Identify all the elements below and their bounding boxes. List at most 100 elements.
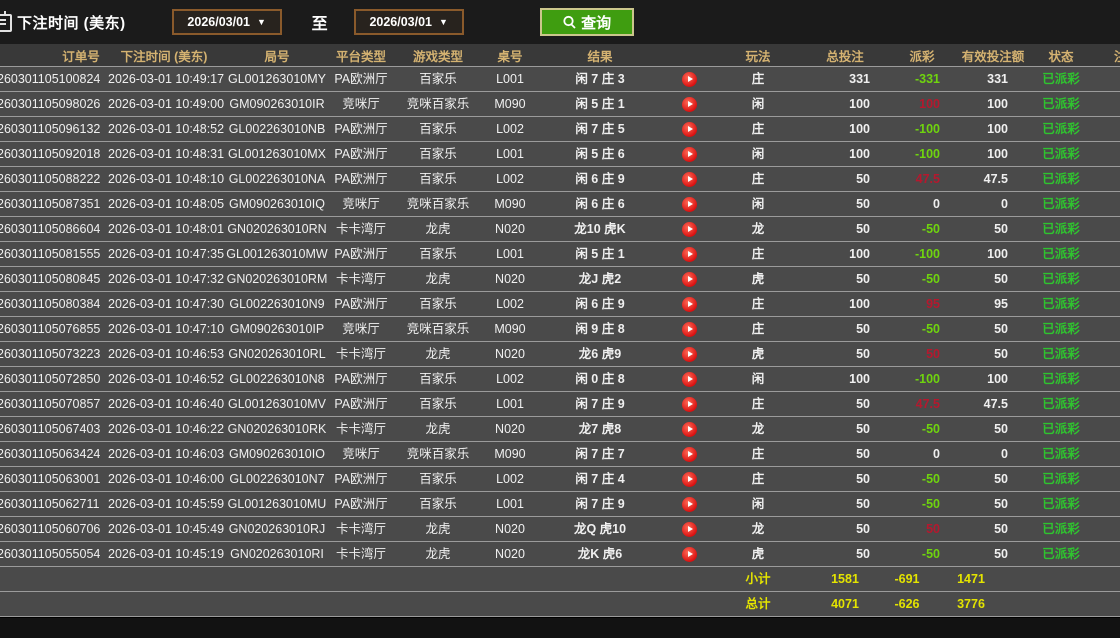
- play-video-icon[interactable]: [681, 547, 697, 563]
- play-video-icon[interactable]: [681, 522, 697, 538]
- play-video-icon[interactable]: [681, 247, 697, 263]
- play-video-icon[interactable]: [681, 197, 697, 213]
- replay-cell: [664, 191, 714, 217]
- play-type-cell: 闲: [714, 491, 802, 517]
- table-row: 260301105072850 2026-03-01 10:46:52 GL00…: [0, 366, 1120, 392]
- play-video-icon[interactable]: [681, 322, 697, 338]
- platform-type-cell: 竞咪厅: [330, 316, 392, 342]
- play-video-icon[interactable]: [681, 147, 697, 163]
- slip-cell: [1092, 391, 1120, 417]
- payout-cell: 50: [888, 516, 956, 542]
- valid-bet-cell: 50: [956, 216, 1030, 242]
- play-video-icon[interactable]: [681, 347, 697, 363]
- replay-cell: [664, 266, 714, 292]
- total-bet-cell: 100: [802, 91, 888, 117]
- status-badge: 已派彩: [1030, 316, 1092, 342]
- slip-cell: [1092, 291, 1120, 317]
- date-from-value: 2026/03/01: [187, 15, 250, 29]
- play-type-cell: 庄: [714, 391, 802, 417]
- header-game-type: 游戏类型: [392, 44, 484, 67]
- play-video-icon[interactable]: [681, 97, 697, 113]
- result-cell: 闲 0 庄 8: [536, 366, 664, 392]
- slip-cell: [1092, 91, 1120, 117]
- play-video-icon[interactable]: [681, 122, 697, 138]
- payout-cell: -50: [888, 266, 956, 292]
- table-row: 260301105076855 2026-03-01 10:47:10 GM09…: [0, 316, 1120, 342]
- play-video-icon[interactable]: [681, 72, 697, 88]
- play-video-icon[interactable]: [681, 447, 697, 463]
- table-row: 260301105063424 2026-03-01 10:46:03 GM09…: [0, 441, 1120, 467]
- total-bet-cell: 100: [802, 366, 888, 392]
- query-button[interactable]: 查询: [539, 8, 634, 36]
- slip-cell: [1092, 66, 1120, 92]
- search-icon: [563, 15, 576, 29]
- result-cell: 闲 6 庄 6: [536, 191, 664, 217]
- platform-type-cell: 竞咪厅: [330, 91, 392, 117]
- slip-cell: [1092, 491, 1120, 517]
- game-no-cell: GL001263010MW: [224, 241, 330, 267]
- total-bet-cell: 50: [802, 516, 888, 542]
- slip-cell: [1092, 241, 1120, 267]
- bet-time-cell: 2026-03-01 10:49:00: [104, 91, 224, 117]
- date-from-select[interactable]: 2026/03/01 ▼: [171, 9, 282, 35]
- play-video-icon[interactable]: [681, 297, 697, 313]
- play-video-icon[interactable]: [681, 222, 697, 238]
- platform-type-cell: PA欧洲厅: [330, 391, 392, 417]
- bet-time-cell: 2026-03-01 10:48:52: [104, 116, 224, 142]
- replay-cell: [664, 441, 714, 467]
- total-empty: [0, 591, 714, 617]
- game-type-cell: 竞咪百家乐: [392, 91, 484, 117]
- game-no-cell: GL001263010MV: [224, 391, 330, 417]
- replay-cell: [664, 466, 714, 492]
- bet-time-cell: 2026-03-01 10:45:49: [104, 516, 224, 542]
- play-video-icon[interactable]: [681, 372, 697, 388]
- subtotal-empty: [0, 566, 714, 592]
- date-to-select[interactable]: 2026/03/01 ▼: [353, 9, 464, 35]
- order-no-cell: 260301105092018: [0, 141, 104, 167]
- table-row: 260301105080845 2026-03-01 10:47:32 GN02…: [0, 266, 1120, 292]
- payout-cell: -331: [888, 66, 956, 92]
- play-video-icon[interactable]: [681, 472, 697, 488]
- header-valid-bet: 有效投注额: [956, 44, 1030, 67]
- subtotal-valid-bet: 1471: [956, 566, 1030, 592]
- game-type-cell: 龙虎: [392, 341, 484, 367]
- replay-cell: [664, 216, 714, 242]
- table-no-cell: L002: [484, 116, 536, 142]
- play-video-icon[interactable]: [681, 397, 697, 413]
- platform-type-cell: PA欧洲厅: [330, 66, 392, 92]
- payout-cell: 47.5: [888, 166, 956, 192]
- subtotal-label: 小计: [714, 566, 802, 592]
- replay-cell: [664, 291, 714, 317]
- platform-type-cell: 卡卡湾厅: [330, 341, 392, 367]
- table-no-cell: M090: [484, 91, 536, 117]
- play-video-icon[interactable]: [681, 172, 697, 188]
- replay-cell: [664, 541, 714, 567]
- play-type-cell: 庄: [714, 466, 802, 492]
- play-video-icon[interactable]: [681, 497, 697, 513]
- game-type-cell: 竞咪百家乐: [392, 316, 484, 342]
- play-video-icon[interactable]: [681, 422, 697, 438]
- total-bet-cell: 50: [802, 466, 888, 492]
- order-no-cell: 260301105063424: [0, 441, 104, 467]
- valid-bet-cell: 100: [956, 366, 1030, 392]
- platform-type-cell: 卡卡湾厅: [330, 516, 392, 542]
- payout-cell: 0: [888, 441, 956, 467]
- date-to-value: 2026/03/01: [369, 15, 432, 29]
- platform-type-cell: PA欧洲厅: [330, 116, 392, 142]
- table-no-cell: N020: [484, 341, 536, 367]
- valid-bet-cell: 47.5: [956, 391, 1030, 417]
- game-type-cell: 百家乐: [392, 366, 484, 392]
- play-type-cell: 龙: [714, 516, 802, 542]
- order-no-cell: 260301105060706: [0, 516, 104, 542]
- subtotal-empty-end: [1030, 566, 1120, 592]
- bet-time-cell: 2026-03-01 10:48:31: [104, 141, 224, 167]
- platform-type-cell: PA欧洲厅: [330, 241, 392, 267]
- play-video-icon[interactable]: [681, 272, 697, 288]
- total-bet-cell: 50: [802, 391, 888, 417]
- replay-cell: [664, 91, 714, 117]
- bet-time-cell: 2026-03-01 10:48:01: [104, 216, 224, 242]
- game-no-cell: GL002263010NB: [224, 116, 330, 142]
- total-empty-end: [1030, 591, 1120, 617]
- table-no-cell: M090: [484, 316, 536, 342]
- payout-cell: -50: [888, 491, 956, 517]
